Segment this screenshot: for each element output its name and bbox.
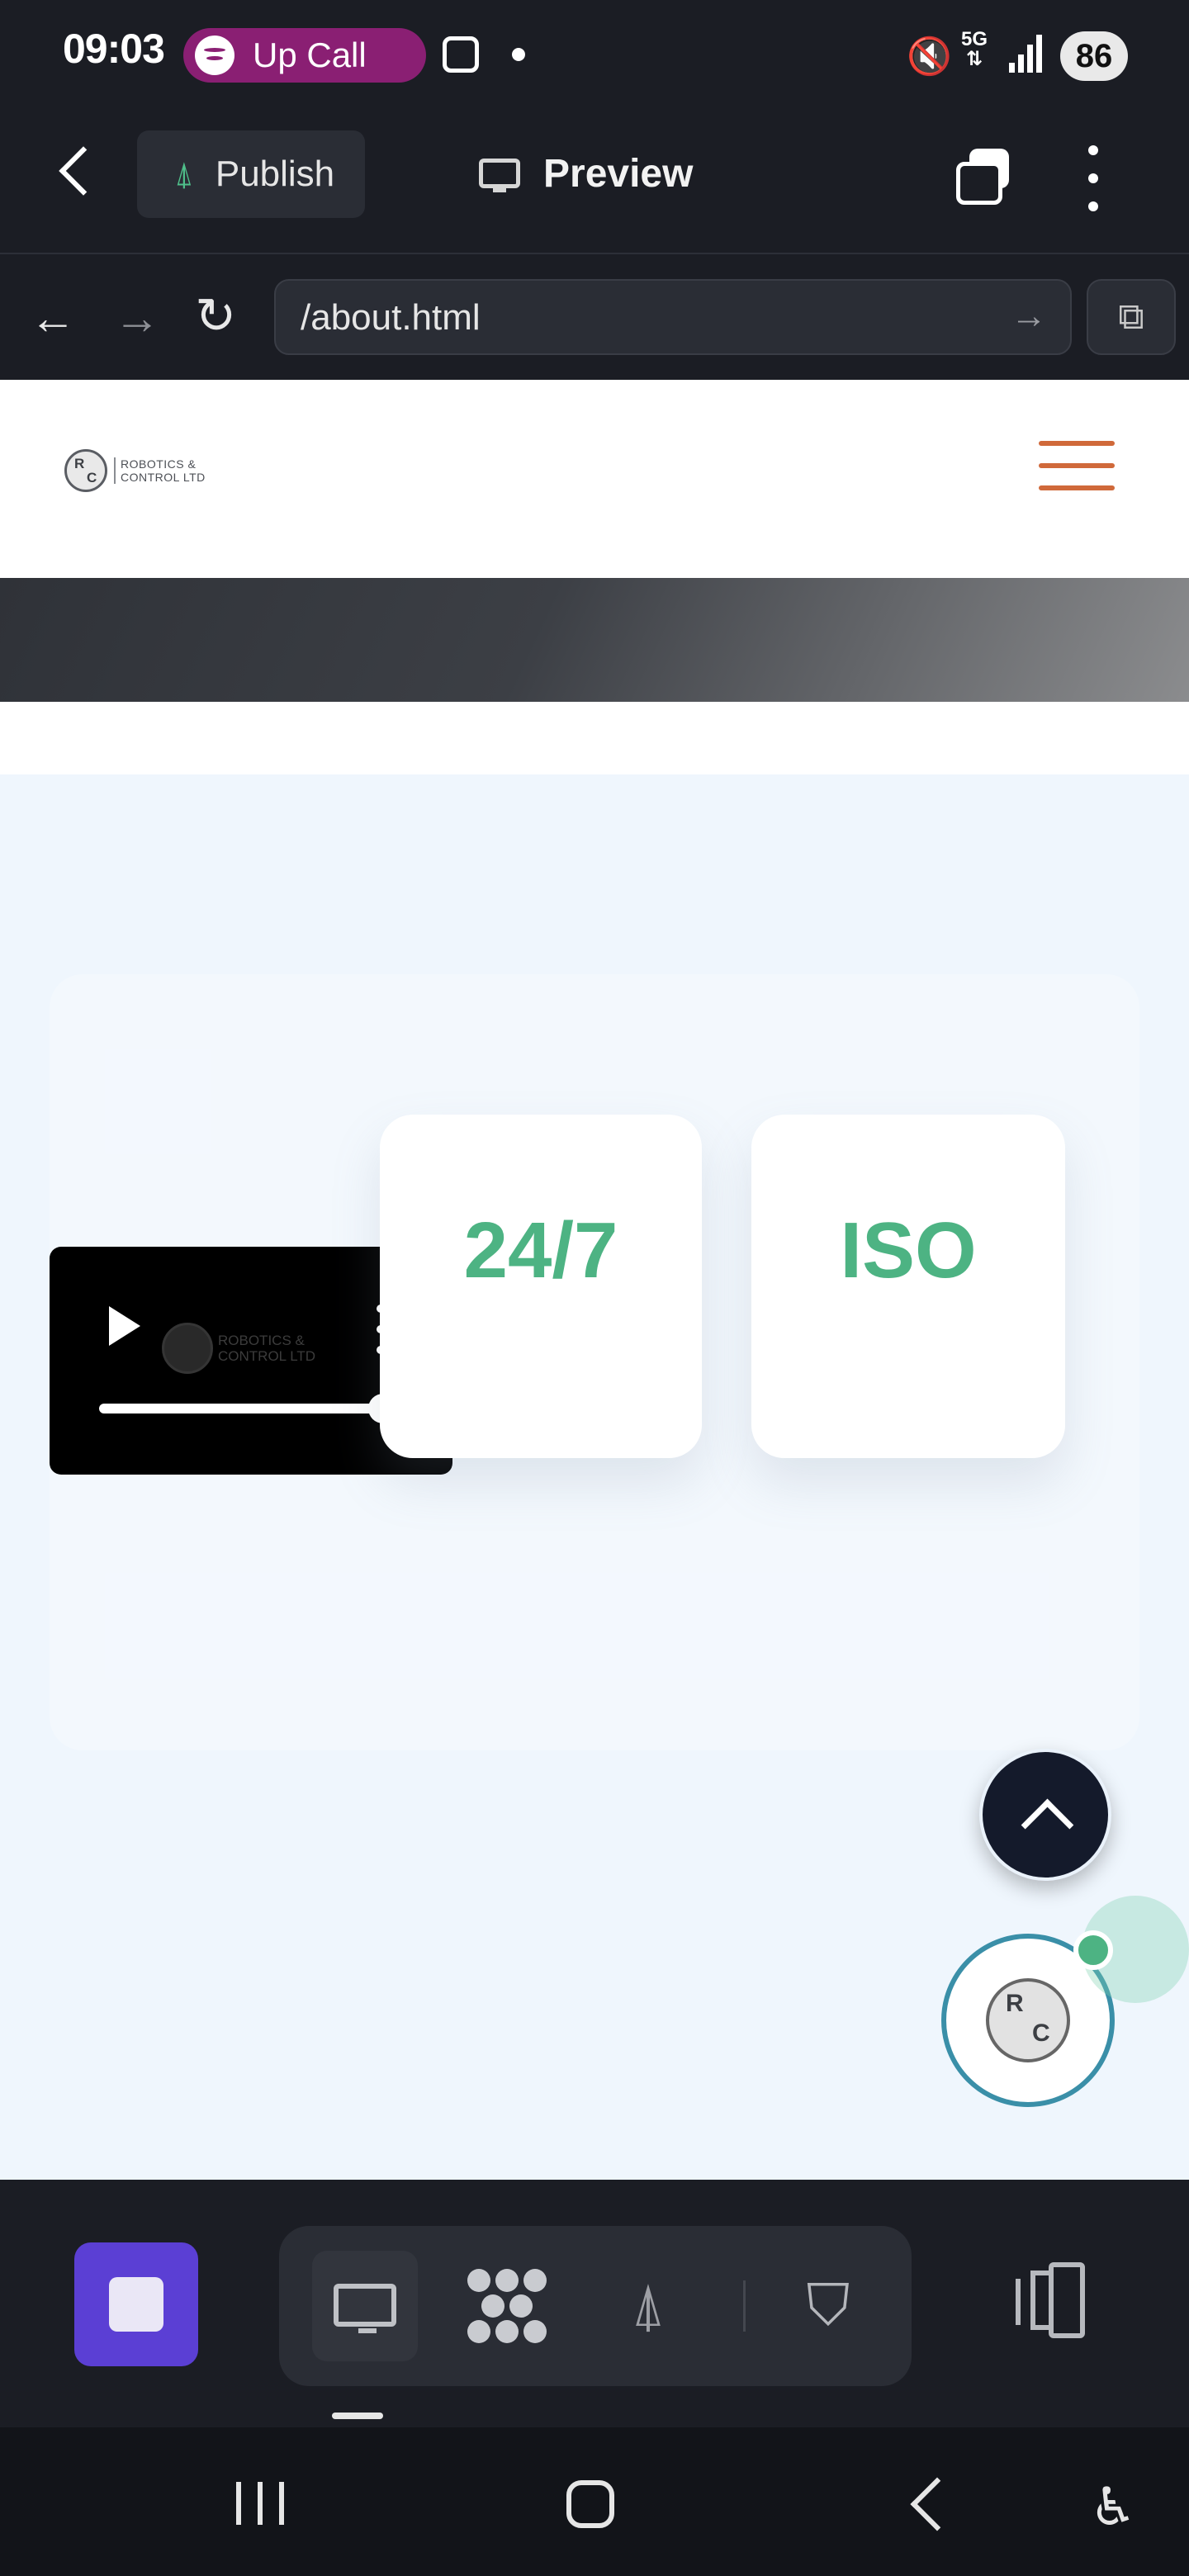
chat-logo: R C (986, 1978, 1070, 2062)
url-text: /about.html (301, 297, 481, 338)
desktop-view-button[interactable] (312, 2251, 418, 2361)
site-logo[interactable]: R C ROBOTICS & CONTROL LTD (64, 449, 206, 492)
preview-label: Preview (543, 151, 694, 196)
call-pill-label: Up Call (253, 36, 367, 74)
tool-group: ⍋ ⛉ (279, 2226, 912, 2386)
go-arrow-icon[interactable]: → (1011, 296, 1047, 337)
dot-icon (512, 48, 525, 61)
toolbar-divider (743, 2280, 746, 2332)
logo-letter-r: R (74, 456, 85, 471)
logo-letter-c: C (87, 470, 97, 485)
video-watermark-text: ROBOTICS & CONTROL LTD (218, 1333, 315, 1364)
ai-dots-icon[interactable] (467, 2269, 547, 2343)
play-icon[interactable] (109, 1306, 140, 1346)
app-toolbar: ⍋ Publish Preview (0, 112, 1189, 254)
network-label: 5G (961, 28, 988, 50)
reload-icon[interactable]: ↻ (195, 287, 236, 345)
video-watermark: ROBOTICS & CONTROL LTD (162, 1323, 315, 1374)
status-bar: 09:03 Up Call 🔇 5G ⇅ 86 (0, 0, 1189, 112)
video-watermark-line-2: CONTROL LTD (218, 1348, 316, 1364)
section-divider (0, 702, 1189, 774)
desktop-icon (334, 2284, 396, 2333)
back-icon[interactable] (910, 2477, 964, 2531)
online-status-dot (1073, 1930, 1113, 1970)
bottom-toolbar: ⍋ ⛉ (0, 2180, 1189, 2427)
signal-icon (1009, 33, 1045, 73)
open-external-icon[interactable]: ⧉ (1087, 279, 1176, 355)
mute-icon: 🔇 (907, 36, 952, 77)
stat-card-iso: ISO (751, 1115, 1065, 1458)
video-watermark-line-1: ROBOTICS & (218, 1333, 305, 1348)
chat-gear-icon: R C (986, 1978, 1070, 2062)
publish-label: Publish (215, 154, 335, 194)
chevron-up-icon (1021, 1798, 1074, 1852)
stop-icon (109, 2277, 163, 2332)
page-viewport[interactable]: R C ROBOTICS & CONTROL LTD ROBOTICS & CO… (0, 380, 1189, 2180)
stat-card-support: 24/7 Su (380, 1115, 702, 1458)
stop-button[interactable] (74, 2242, 198, 2366)
publish-button[interactable]: ⍋ Publish (137, 130, 365, 218)
watermark-gear-icon (162, 1323, 213, 1374)
screenshot-icon (443, 36, 479, 73)
antenna-icon[interactable]: ⍋ (619, 2266, 677, 2345)
chat-logo-letter-c: C (1032, 2020, 1050, 2047)
hero-banner (0, 578, 1189, 702)
logo-text-line-1: ROBOTICS & (121, 457, 197, 471)
recents-icon[interactable] (236, 2482, 284, 2525)
browser-bar: ← → ↻ /about.html → ⧉ (0, 254, 1189, 378)
battery-badge: 86 (1060, 31, 1128, 81)
chat-logo-letter-r: R (1006, 1990, 1024, 2017)
logo-gear-icon: R C (64, 449, 107, 492)
active-tab-indicator (332, 2413, 383, 2419)
stat-label: Su (466, 1338, 514, 1381)
logo-text-line-2: CONTROL LTD (121, 471, 206, 484)
back-chevron-icon[interactable] (59, 146, 108, 196)
call-pill[interactable]: Up Call (183, 28, 426, 83)
video-progress-bar[interactable] (99, 1404, 385, 1413)
stat-value: ISO (840, 1206, 977, 1295)
spotify-icon (195, 36, 234, 75)
preview-button[interactable]: Preview (479, 140, 693, 206)
forward-arrow-icon[interactable]: → (114, 291, 160, 344)
site-header: R C ROBOTICS & CONTROL LTD (0, 380, 1189, 578)
status-time: 09:03 (63, 26, 165, 72)
5g-icon: 5G ⇅ (961, 28, 988, 70)
shield-check-icon[interactable]: ⛉ (799, 2266, 857, 2345)
more-vert-icon[interactable] (1088, 145, 1098, 211)
hamburger-menu-icon[interactable] (1039, 441, 1115, 490)
logo-text: ROBOTICS & CONTROL LTD (114, 457, 206, 484)
panel-toggle-icon[interactable] (1016, 2262, 1087, 2338)
system-nav-bar: ♿ (0, 2427, 1189, 2576)
stat-value: 24/7 (463, 1206, 618, 1295)
accessibility-icon[interactable]: ♿ (1088, 2474, 1138, 2540)
back-arrow-icon[interactable]: ← (30, 291, 76, 344)
tabs-icon[interactable] (956, 149, 1009, 205)
home-icon[interactable] (566, 2480, 614, 2528)
scroll-to-top-button[interactable] (979, 1749, 1111, 1881)
publish-tree-icon: ⍋ (173, 156, 194, 192)
monitor-icon (479, 159, 520, 192)
url-field[interactable]: /about.html → (274, 279, 1072, 355)
